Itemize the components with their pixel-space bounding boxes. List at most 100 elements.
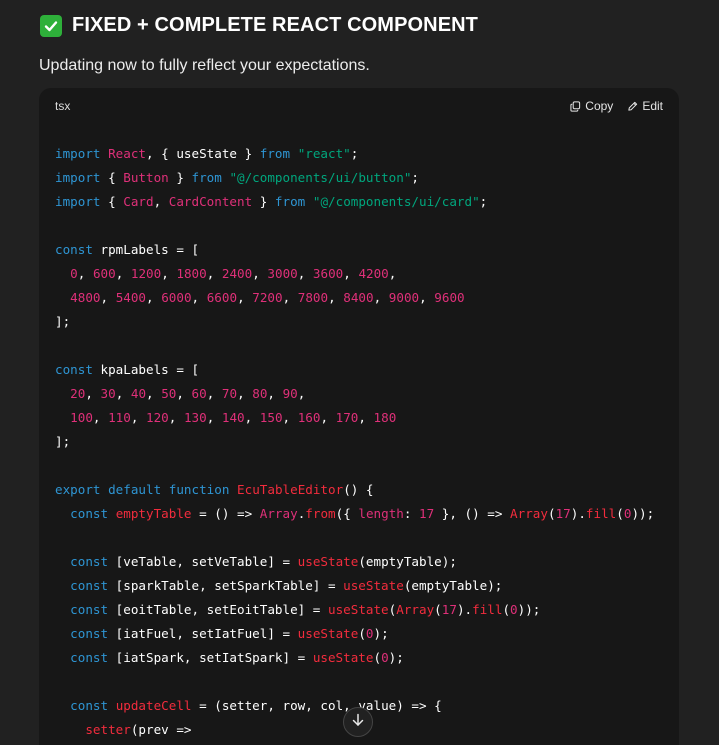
scroll-to-bottom-button[interactable] — [343, 707, 373, 737]
code-token: , — [419, 290, 435, 305]
code-token: = (setter, row, col, value) => { — [191, 698, 442, 713]
code-token: [sparkTable, setSparkTable] = — [108, 578, 344, 593]
code-token: , — [92, 410, 109, 425]
code-line: import { Card, CardContent } from "@/com… — [55, 190, 654, 214]
code-token: ). — [570, 506, 586, 521]
code-token: 9000 — [388, 290, 420, 305]
check-mark-icon — [40, 14, 62, 37]
code-token: Button — [123, 170, 169, 185]
code-line: const [veTable, setVeTable] = useState(e… — [55, 550, 654, 574]
code-line: const kpaLabels = [ — [55, 358, 654, 382]
code-token: , — [161, 266, 177, 281]
code-token: useState — [327, 602, 389, 617]
code-token: ]; — [55, 434, 71, 449]
code-token: , — [206, 386, 222, 401]
code-token: kpaLabels = [ — [92, 362, 200, 377]
code-token: , — [77, 266, 93, 281]
code-token: ( — [373, 650, 382, 665]
code-token: 80 — [252, 386, 268, 401]
code-line: ]; — [55, 430, 654, 454]
code-token: 6600 — [206, 290, 238, 305]
code-token: , — [206, 266, 222, 281]
code-token: ( — [502, 602, 511, 617]
code-token: 60 — [191, 386, 207, 401]
code-token: ); — [373, 626, 389, 641]
message-text: Updating now to fully reflect your expec… — [39, 57, 370, 74]
arrow-down-icon — [351, 713, 365, 732]
copy-icon — [570, 100, 581, 112]
code-token: 100 — [70, 410, 93, 425]
code-token: (prev => — [130, 722, 192, 737]
edit-label: Edit — [642, 99, 663, 113]
copy-button[interactable]: Copy — [570, 99, 613, 113]
code-token: , — [328, 290, 344, 305]
code-line: const [eoitTable, setEoitTable] = useSta… — [55, 598, 654, 622]
code-token: from — [191, 170, 222, 185]
code-token: , — [373, 290, 389, 305]
code-token: (emptyTable); — [403, 578, 503, 593]
code-token: (emptyTable); — [358, 554, 457, 569]
code-token: , — [297, 266, 313, 281]
code-token: ( — [547, 506, 556, 521]
code-token: useState — [297, 626, 359, 641]
code-token: from — [259, 146, 291, 161]
code-token: [iatFuel, setIatFuel] = — [108, 626, 298, 641]
code-token: 6000 — [161, 290, 192, 305]
code-token: useState — [312, 650, 374, 665]
code-line: const emptyTable = () => Array.from({ le… — [55, 502, 654, 526]
code-token: 4800 — [70, 290, 101, 305]
code-token: , — [358, 410, 374, 425]
code-token: } — [252, 194, 275, 209]
code-token: 17 — [555, 506, 571, 521]
code-token: )); — [631, 506, 655, 521]
code-token: 160 — [297, 410, 321, 425]
code-token: 5400 — [115, 290, 147, 305]
code-token: 0 — [70, 266, 78, 281]
code-token: )); — [517, 602, 541, 617]
edit-button[interactable]: Edit — [627, 99, 663, 113]
code-token: , — [168, 410, 184, 425]
code-token: , — [100, 290, 116, 305]
copy-label: Copy — [585, 99, 614, 113]
code-token: React — [108, 146, 147, 161]
code-token: ({ — [335, 506, 359, 521]
code-token: 7200 — [252, 290, 283, 305]
code-token: updateCell — [115, 698, 192, 713]
pencil-icon — [627, 101, 638, 112]
code-token: 70 — [221, 386, 238, 401]
code-token: EcuTableEditor — [237, 482, 344, 497]
code-line: ]; — [55, 310, 654, 334]
code-token: 600 — [92, 266, 116, 281]
code-line: const [iatSpark, setIatSpark] = useState… — [55, 646, 654, 670]
code-token: 130 — [183, 410, 207, 425]
code-token: 30 — [100, 386, 116, 401]
code-token: 0 — [510, 602, 518, 617]
code-token: emptyTable — [115, 506, 192, 521]
code-token: 50 — [161, 386, 177, 401]
code-token: { — [100, 170, 124, 185]
code-block-header: tsx Copy Edit — [39, 88, 679, 124]
code-token: const — [70, 602, 109, 617]
code-token: const — [55, 362, 93, 377]
code-token: ); — [388, 650, 404, 665]
code-token: 9600 — [434, 290, 465, 305]
code-token: , — [130, 410, 147, 425]
code-token: , — [297, 386, 306, 401]
code-token: ( — [358, 626, 366, 641]
code-token: "@/components/ui/card" — [312, 194, 480, 209]
code-token: ). — [456, 602, 473, 617]
code-line: const rpmLabels = [ — [55, 238, 654, 262]
code-token: 140 — [221, 410, 245, 425]
code-token: ; — [479, 194, 488, 209]
